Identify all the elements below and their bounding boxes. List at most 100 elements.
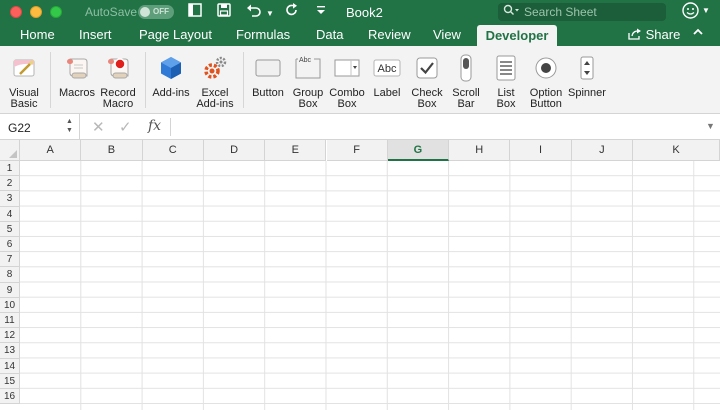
record-macro-button[interactable]: Record Macro [98,46,138,114]
close-window-button[interactable] [10,6,22,18]
column-header-a[interactable]: A [20,140,82,161]
insert-combo-box-control[interactable]: Combo Box [328,46,366,114]
insert-button-control[interactable]: Button [249,46,287,114]
insert-label-control[interactable]: Abc Label [368,46,406,114]
row-header-14[interactable]: 14 [0,358,20,374]
group-box-icon-text: Abc [299,57,312,64]
customize-toolbar-icon[interactable] [316,4,326,22]
save-icon[interactable] [217,3,231,22]
search-icon [503,4,519,19]
autosave-toggle[interactable]: OFF [138,5,174,19]
scroll-bar-icon [460,54,472,82]
row-header-13[interactable]: 13 [0,343,20,359]
insert-option-button-control[interactable]: Option Button [526,46,566,114]
insert-list-box-control[interactable]: List Box [487,46,525,114]
ribbon-group-separator [243,52,244,108]
tab-developer[interactable]: Developer [477,25,557,46]
visual-basic-button[interactable]: Visual Basic [4,46,44,114]
visual-basic-icon [13,59,35,77]
column-header-j[interactable]: J [571,140,633,161]
row-header-7[interactable]: 7 [0,252,20,268]
option-button-icon [535,57,557,79]
formula-bar-divider [170,118,171,136]
combo-box-label: Combo Box [329,87,365,110]
feedback-dropdown-icon[interactable]: ▼ [702,6,710,15]
row-header-5[interactable]: 5 [0,221,20,237]
autosave-state-text: OFF [153,7,169,16]
column-header-h[interactable]: H [449,140,511,161]
ribbon-tab-bar: Home Insert Page Layout Formulas Data Re… [0,24,720,46]
row-header-8[interactable]: 8 [0,267,20,283]
search-sheet-input[interactable]: Search Sheet [498,3,666,21]
cancel-entry-icon[interactable]: ✕ [92,118,105,136]
undo-dropdown-icon[interactable]: ▼ [266,5,274,23]
smiley-icon[interactable] [682,2,699,24]
add-ins-label: Add-ins [152,87,190,99]
minimize-window-button[interactable] [30,6,42,18]
label-control-icon: Abc [373,59,401,77]
maximize-window-button[interactable] [50,6,62,18]
column-header-d[interactable]: D [203,140,266,161]
tab-home[interactable]: Home [20,27,55,42]
insert-group-box-control[interactable]: Abc Group Box [289,46,327,114]
list-box-icon [496,55,516,81]
spinner-icon [580,56,594,80]
combo-box-icon [334,59,360,77]
sidebar-icon[interactable] [188,3,202,22]
search-placeholder: Search Sheet [524,5,597,19]
column-header-g[interactable]: G [387,140,450,161]
tab-formulas[interactable]: Formulas [236,27,290,42]
row-header-11[interactable]: 11 [0,313,20,329]
expand-formula-bar-icon[interactable]: ▼ [706,121,715,131]
tab-insert[interactable]: Insert [79,27,112,42]
record-macro-label: Record Macro [100,87,136,110]
excel-add-ins-button[interactable]: Excel Add-ins [193,46,237,114]
option-button-label: Option Button [529,87,563,110]
record-macro-icon [108,58,129,79]
add-ins-icon [161,57,181,79]
share-button[interactable]: Share [628,27,680,42]
group-box-label: Group Box [292,87,324,110]
collapse-ribbon-icon[interactable] [692,26,704,41]
share-label: Share [645,27,681,42]
row-header-4[interactable]: 4 [0,206,20,222]
row-header-6[interactable]: 6 [0,237,20,253]
row-header-1[interactable]: 1 [0,161,20,177]
formula-bar: G22 ▲ ▼ ✕ ✓ fx ▼ [0,114,720,140]
select-all-corner[interactable] [0,140,20,161]
tab-data[interactable]: Data [316,27,343,42]
undo-icon[interactable] [246,3,262,22]
excel-add-ins-label: Excel Add-ins [196,87,234,110]
column-header-i[interactable]: I [510,140,572,161]
insert-spinner-control[interactable]: Spinner [567,46,607,114]
macros-button[interactable]: Macros [56,46,98,114]
tab-page-layout[interactable]: Page Layout [139,27,212,42]
tab-view[interactable]: View [433,27,461,42]
confirm-entry-icon[interactable]: ✓ [119,118,132,136]
column-header-f[interactable]: F [326,140,388,161]
redo-icon[interactable] [285,3,299,22]
column-header-c[interactable]: C [142,140,204,161]
insert-check-box-control[interactable]: Check Box [408,46,446,114]
row-header-2[interactable]: 2 [0,176,20,192]
row-header-9[interactable]: 9 [0,282,20,298]
row-header-3[interactable]: 3 [0,191,20,207]
row-header-12[interactable]: 12 [0,328,20,344]
row-header-10[interactable]: 10 [0,297,20,313]
visual-basic-label: Visual Basic [9,87,39,110]
insert-scroll-bar-control[interactable]: Scroll Bar [447,46,485,114]
column-header-b[interactable]: B [81,140,143,161]
add-ins-button[interactable]: Add-ins [150,46,192,114]
column-header-k[interactable]: K [633,140,720,161]
check-box-icon [416,57,438,79]
worksheet-grid[interactable]: ABCDEFGHIJK 1 2 3 4 5 6 7 8 9 10 11 12 13 14 15 16 [0,140,720,410]
macros-icon [67,58,88,79]
cell-area[interactable] [20,161,720,410]
name-box-stepper-icon[interactable]: ▲ ▼ [66,117,73,135]
insert-function-button[interactable]: fx [148,118,161,134]
tab-review[interactable]: Review [368,27,411,42]
row-header-16[interactable]: 16 [0,389,20,405]
row-header-15[interactable]: 15 [0,373,20,389]
column-header-e[interactable]: E [265,140,327,161]
name-box[interactable]: G22 ▲ ▼ [0,114,80,140]
